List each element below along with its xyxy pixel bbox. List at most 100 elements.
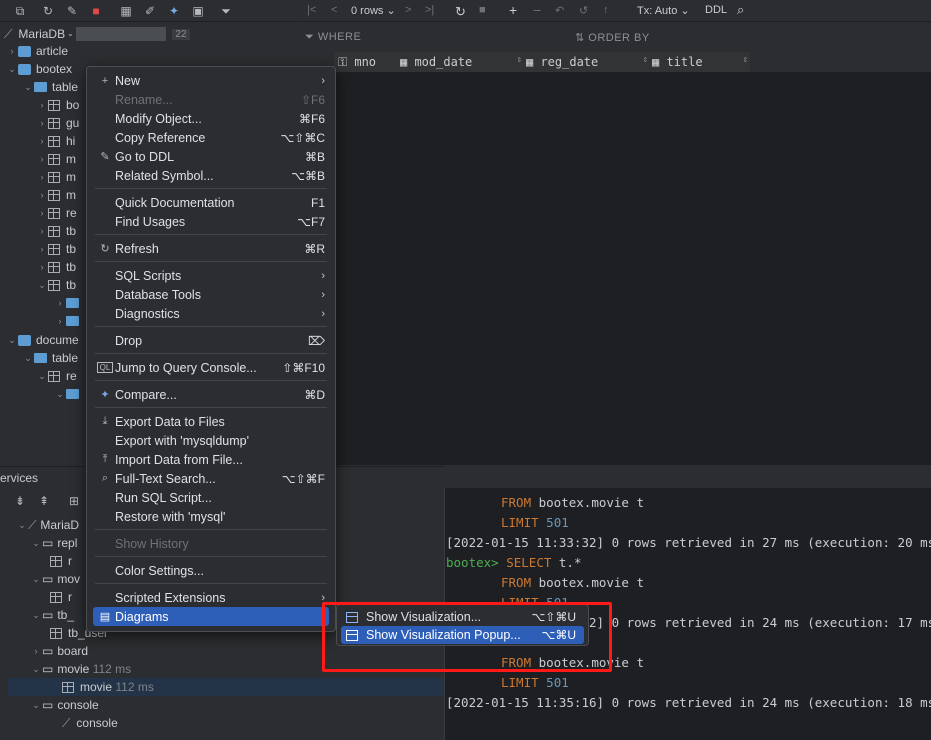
service-result[interactable]: r	[50, 588, 72, 606]
menu-item-import-data[interactable]: ⤒ Import Data from File...	[93, 450, 329, 469]
import-icon: ⤒	[102, 453, 108, 465]
jump-icon[interactable]: ✦	[166, 3, 182, 19]
menu-item-full-text-search[interactable]: ⌕ Full-Text Search... ⌥⇧⌘F	[93, 469, 329, 488]
table-icon[interactable]: ▦	[118, 3, 134, 19]
menu-item-run-sql-script[interactable]: Run SQL Script...	[93, 488, 329, 507]
menu-item-export-mysqldump[interactable]: Export with 'mysqldump'	[93, 431, 329, 450]
tree-table-item[interactable]: › tb	[36, 258, 77, 276]
service-result-selected[interactable]: movie 112 ms	[62, 678, 154, 696]
chevron-right-icon[interactable]: ›	[6, 46, 18, 56]
menu-item-diagrams[interactable]: ▤ Diagrams ›	[93, 607, 329, 626]
tx-mode-dropdown[interactable]: Tx: Auto ⌄	[637, 4, 690, 17]
copy-icon[interactable]: ⧉	[12, 3, 28, 19]
menu-item-copy-reference[interactable]: Copy Reference ⌥⇧⌘C	[93, 128, 329, 147]
tree-table-item[interactable]: › gu	[36, 114, 80, 132]
tree-table-item[interactable]: › re	[36, 204, 77, 222]
edit-icon[interactable]: ✎	[64, 3, 80, 19]
menu-item-quick-documentation[interactable]: Quick Documentation F1	[93, 193, 329, 212]
revert-icon[interactable]: ↺	[579, 4, 588, 17]
folder-icon	[34, 82, 47, 92]
tree-item-article[interactable]: › article	[6, 42, 69, 60]
tree-table-item[interactable]: › tb	[36, 222, 77, 240]
service-session[interactable]: ⌄ ▭ mov	[30, 570, 80, 588]
menu-item-scripted-extensions[interactable]: Scripted Extensions ›	[93, 588, 329, 607]
search-icon: ⌕	[101, 472, 109, 484]
tree-folder-item[interactable]: ›	[54, 294, 84, 312]
menu-item-new[interactable]: + New ›	[93, 71, 329, 90]
console-icon: QL	[97, 362, 113, 373]
filter-icon[interactable]: ⏷	[218, 3, 234, 19]
table-icon	[50, 555, 62, 567]
menu-item-show-history[interactable]: Show History	[93, 534, 329, 553]
cancel-icon[interactable]: ■	[479, 4, 486, 16]
pencil-icon[interactable]: ✐	[142, 3, 158, 19]
tree-table-item[interactable]: › tb	[36, 240, 77, 258]
tree-table-item[interactable]: › m	[36, 150, 77, 168]
menu-item-go-to-ddl[interactable]: ✎ Go to DDL ⌘B	[93, 147, 329, 166]
menu-item-jump-to-query-console[interactable]: QL Jump to Query Console... ⇧⌘F10	[93, 358, 329, 377]
undo-icon[interactable]: ↶	[555, 4, 564, 17]
menu-item-find-usages[interactable]: Find Usages ⌥F7	[93, 212, 329, 231]
collapse-all-icon[interactable]: ⇞	[36, 493, 52, 509]
service-console[interactable]: ⟋ console	[62, 714, 118, 732]
tree-table-item[interactable]: ⌄ tb	[36, 276, 76, 294]
menu-item-export-data[interactable]: ⤓ Export Data to Files	[93, 412, 329, 431]
menu-item-drop[interactable]: Drop ⌦	[93, 331, 329, 350]
tree-item-tables[interactable]: ⌄ table	[22, 78, 78, 96]
service-mariadb[interactable]: ⌄ ⟋ MariaD	[16, 516, 79, 534]
menu-item-rename[interactable]: Rename... ⇧F6	[93, 90, 329, 109]
service-result[interactable]: r	[50, 552, 72, 570]
tree-table-item[interactable]: › m	[36, 186, 77, 204]
service-session[interactable]: › ▭ board	[30, 642, 89, 660]
menu-item-sql-scripts[interactable]: SQL Scripts ›	[93, 266, 329, 285]
tree-table-item[interactable]: ⌄ re	[36, 367, 76, 385]
tree-folder-item[interactable]: ⌄	[54, 385, 84, 403]
tree-connection[interactable]: ⟋ MariaDB - 22	[4, 25, 190, 43]
chevron-right-icon: ›	[321, 288, 325, 301]
first-page-icon[interactable]: |<	[307, 4, 316, 16]
stop-icon[interactable]: ■	[88, 3, 104, 19]
tree-item-document[interactable]: ⌄ docume	[6, 331, 78, 349]
chevron-down-icon[interactable]: ⌄	[22, 82, 34, 93]
menu-item-modify-object[interactable]: Modify Object... ⌘F6	[93, 109, 329, 128]
column-header[interactable]: ▦ reg_date ⇕	[526, 55, 648, 69]
column-header[interactable]: ▦ mod_date ⇕	[400, 55, 522, 69]
service-session[interactable]: ⌄ ▭ movie 112 ms	[30, 660, 131, 678]
tree-item-doc-tables[interactable]: ⌄ table	[22, 349, 78, 367]
service-session[interactable]: ⌄ ▭ console	[30, 696, 99, 714]
column-header[interactable]: ▦ title ⇕	[652, 55, 748, 69]
service-session[interactable]: ⌄ ▭ repl	[30, 534, 77, 552]
add-row-icon[interactable]: +	[509, 2, 517, 18]
tree-folder-item[interactable]: ›	[54, 312, 84, 330]
tree-table-item[interactable]: › hi	[36, 132, 76, 150]
remove-row-icon[interactable]: −	[533, 2, 541, 18]
last-page-icon[interactable]: >|	[425, 4, 434, 16]
menu-item-database-tools[interactable]: Database Tools ›	[93, 285, 329, 304]
where-filter[interactable]: ⏷ WHERE	[305, 31, 361, 44]
tree-table-item[interactable]: › m	[36, 168, 77, 186]
reload-icon[interactable]: ↻	[455, 4, 466, 20]
chevron-down-icon[interactable]: ⌄	[6, 64, 18, 75]
menu-item-refresh[interactable]: ↻ Refresh ⌘R	[93, 239, 329, 258]
prev-page-icon[interactable]: <	[331, 4, 337, 16]
rows-count[interactable]: 0 rows ⌄	[351, 4, 396, 17]
ddl-button[interactable]: DDL	[705, 4, 727, 16]
order-by-filter[interactable]: ⇅ ORDER BY	[575, 31, 650, 44]
console-icon[interactable]: ▣	[190, 3, 206, 19]
menu-item-restore-mysql[interactable]: Restore with 'mysql'	[93, 507, 329, 526]
tree-table-item[interactable]: › bo	[36, 96, 80, 114]
menu-item-related-symbol[interactable]: Related Symbol... ⌥⌘B	[93, 166, 329, 185]
search-icon[interactable]: ⌕	[737, 2, 744, 18]
grid-body[interactable]	[299, 72, 931, 465]
service-session[interactable]: ⌄ ▭ tb_	[30, 606, 74, 624]
refresh-icon[interactable]: ↻	[40, 3, 56, 19]
tree-item-bootex[interactable]: ⌄ bootex	[6, 60, 72, 78]
menu-item-diagnostics[interactable]: Diagnostics ›	[93, 304, 329, 323]
group-icon[interactable]: ⊞	[66, 493, 82, 509]
menu-item-compare[interactable]: ✦ Compare... ⌘D	[93, 385, 329, 404]
column-header[interactable]: ⚿ mno	[338, 55, 376, 70]
submit-icon[interactable]: ↑	[603, 4, 609, 16]
next-page-icon[interactable]: >	[405, 4, 411, 16]
expand-all-icon[interactable]: ⇟	[12, 493, 28, 509]
menu-item-color-settings[interactable]: Color Settings...	[93, 561, 329, 580]
